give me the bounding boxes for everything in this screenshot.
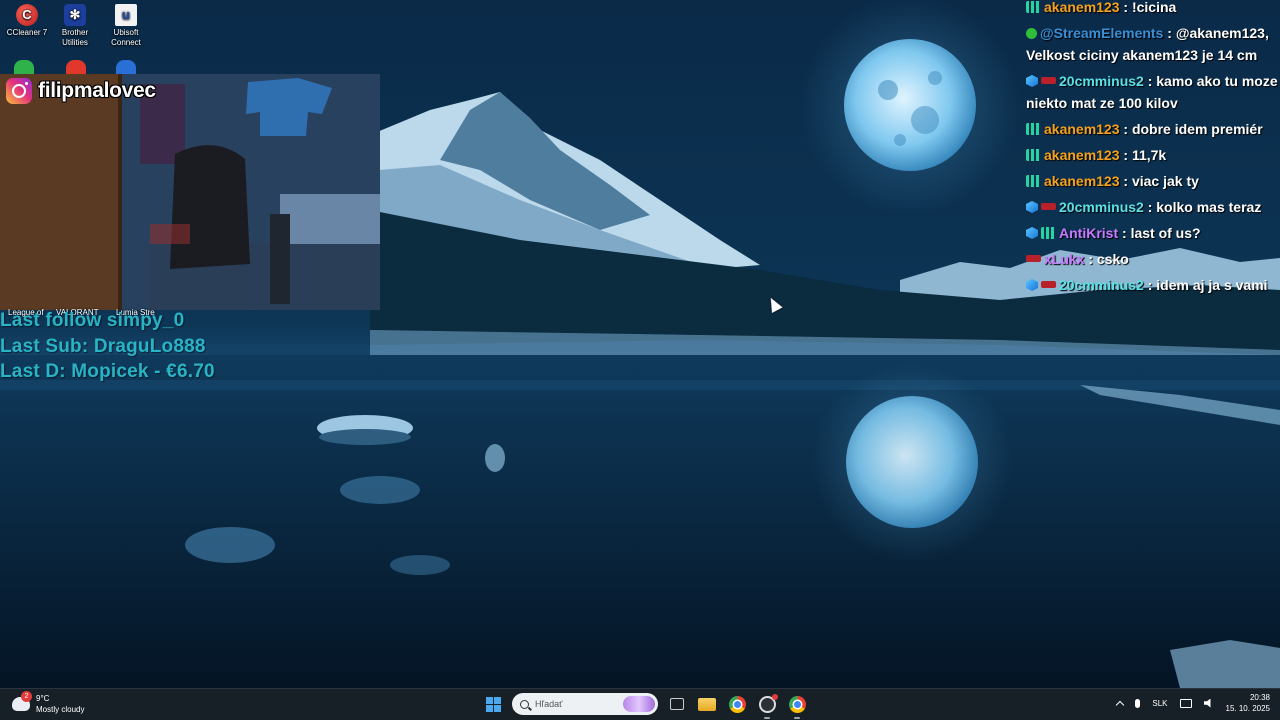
bars-badge-icon — [1026, 175, 1041, 187]
clock-date: 15. 10. 2025 — [1225, 704, 1270, 713]
chat-username: @StreamElements — [1040, 25, 1164, 41]
desktop-icon-ccleaner[interactable]: C CCleaner 7 — [0, 4, 54, 38]
brother-utilities-icon: ✻ — [64, 4, 86, 26]
search-placeholder: Hľadať — [535, 699, 563, 709]
search-icon — [520, 699, 529, 709]
chat-text: : !cicina — [1123, 0, 1177, 15]
running-indicator — [794, 717, 800, 719]
chat-message: akanem123 : !cicina — [1026, 0, 1280, 18]
check-badge-icon — [1026, 28, 1037, 39]
bars-badge-icon — [1026, 149, 1041, 161]
chat-username: akanem123 — [1044, 121, 1120, 137]
chat-username: 20cmminus2 — [1059, 199, 1144, 215]
start-button[interactable] — [482, 693, 504, 715]
chrome-icon — [728, 695, 746, 713]
chat-text: : idem aj ja s vami — [1147, 277, 1268, 293]
chat-username: 20cmminus2 — [1059, 73, 1144, 89]
desktop-icon-label: Ubisoft Connect — [111, 28, 141, 47]
chat-message: 20cmminus2 : kolko mas teraz — [1026, 196, 1280, 218]
search-highlight-icon — [623, 696, 655, 712]
chat-overlay: akanem123 : !cicina @StreamElements : @ak… — [1026, 0, 1280, 300]
task-view-button[interactable] — [666, 693, 688, 715]
moon — [844, 39, 976, 171]
volume-icon[interactable] — [1203, 698, 1211, 708]
microphone-icon[interactable] — [1135, 698, 1141, 708]
bars-badge-icon — [1026, 123, 1041, 135]
bars-badge-icon — [1026, 1, 1041, 13]
last-follow-text: Last follow simpy_0 — [0, 310, 185, 331]
chrome-profile-button[interactable] — [786, 693, 808, 719]
running-indicator — [764, 717, 770, 719]
windows-icon — [485, 696, 501, 712]
bars-badge-icon — [1041, 227, 1056, 239]
notification-badge: 2 — [21, 691, 32, 702]
last-sub-text: Last Sub: DraguLo888 — [0, 336, 206, 357]
clock[interactable]: 20:38 15. 10. 2025 — [1226, 692, 1270, 714]
chat-message: @StreamElements : @akanem123, Velkost ci… — [1026, 22, 1280, 66]
taskbar-apps: Hľadať — [482, 693, 808, 719]
weather-description: Mostly cloudy — [36, 705, 85, 714]
weather-text: 9°C Mostly cloudy — [36, 693, 84, 715]
ubisoft-connect-icon: u — [115, 4, 137, 26]
chat-message: AntiKrist : last of us? — [1026, 222, 1280, 244]
obs-icon — [758, 693, 778, 713]
chat-username: AntiKrist — [1059, 225, 1119, 241]
chat-text: : kolko mas teraz — [1147, 199, 1262, 215]
language-indicator[interactable]: SLK — [1152, 699, 1167, 708]
red-badge-icon — [1041, 281, 1056, 288]
chat-text: : csko — [1088, 251, 1129, 267]
search-input[interactable]: Hľadať — [512, 693, 658, 715]
weather-temperature: 9°C — [36, 694, 50, 703]
instagram-icon — [6, 78, 32, 104]
desktop-icon-label: Brother Utilities — [61, 28, 89, 47]
system-tray: SLK 20:38 15. 10. 2025 — [1116, 692, 1270, 714]
task-view-icon — [670, 698, 684, 710]
ccleaner-icon: C — [16, 4, 38, 26]
chrome-button[interactable] — [726, 693, 748, 715]
chat-username: akanem123 — [1044, 0, 1120, 15]
folder-icon — [698, 697, 716, 711]
cube-badge-icon — [1026, 75, 1038, 87]
chat-text: : 11,7k — [1123, 147, 1167, 163]
chrome-icon — [788, 695, 806, 713]
moon-reflection — [846, 396, 978, 528]
cube-badge-icon — [1026, 227, 1038, 239]
taskbar: 2 9°C Mostly cloudy Hľadať SLK 20:38 15.… — [0, 688, 1280, 720]
red-badge-icon — [1041, 203, 1056, 210]
chat-message: 20cmminus2 : kamo ako tu moze niekto mat… — [1026, 70, 1280, 114]
chat-username: 20cmminus2 — [1059, 277, 1144, 293]
red-badge-icon — [1026, 255, 1041, 262]
instagram-badge: filipmalovec — [6, 77, 156, 105]
chat-username: akanem123 — [1044, 173, 1120, 189]
chat-message: akanem123 : dobre idem premiér — [1026, 118, 1280, 140]
desktop-icon-ubisoft-connect[interactable]: u Ubisoft Connect — [99, 4, 153, 48]
cloud-icon: 2 — [12, 691, 32, 711]
chat-text: : last of us? — [1122, 225, 1201, 241]
webcam-feed — [0, 74, 380, 310]
chat-text: : viac jak ty — [1123, 173, 1199, 189]
chat-message: akanem123 : viac jak ty — [1026, 170, 1280, 192]
chat-username: xLukx — [1044, 251, 1085, 267]
last-donation-text: Last D: Mopicek - €6.70 — [0, 361, 215, 382]
chevron-up-icon[interactable] — [1116, 700, 1125, 709]
instagram-handle: filipmalovec — [38, 79, 156, 102]
weather-widget[interactable]: 2 9°C Mostly cloudy — [12, 691, 84, 715]
cube-badge-icon — [1026, 279, 1038, 291]
desktop-icon-brother-utilities[interactable]: ✻ Brother Utilities — [48, 4, 102, 48]
chat-message: xLukx : csko — [1026, 248, 1280, 270]
clock-time: 20:38 — [1249, 693, 1270, 702]
chat-text: : dobre idem premiér — [1123, 121, 1263, 137]
network-icon[interactable] — [1179, 698, 1192, 708]
cube-badge-icon — [1026, 201, 1038, 213]
red-badge-icon — [1041, 77, 1056, 84]
webcam-overlay — [0, 74, 380, 310]
chat-message: 20cmminus2 : idem aj ja s vami — [1026, 274, 1280, 296]
chat-username: akanem123 — [1044, 147, 1120, 163]
file-explorer-button[interactable] — [696, 693, 718, 715]
desktop-icon-label: CCleaner 7 — [6, 28, 48, 37]
chat-message: akanem123 : 11,7k — [1026, 144, 1280, 166]
obs-button[interactable] — [756, 693, 778, 719]
